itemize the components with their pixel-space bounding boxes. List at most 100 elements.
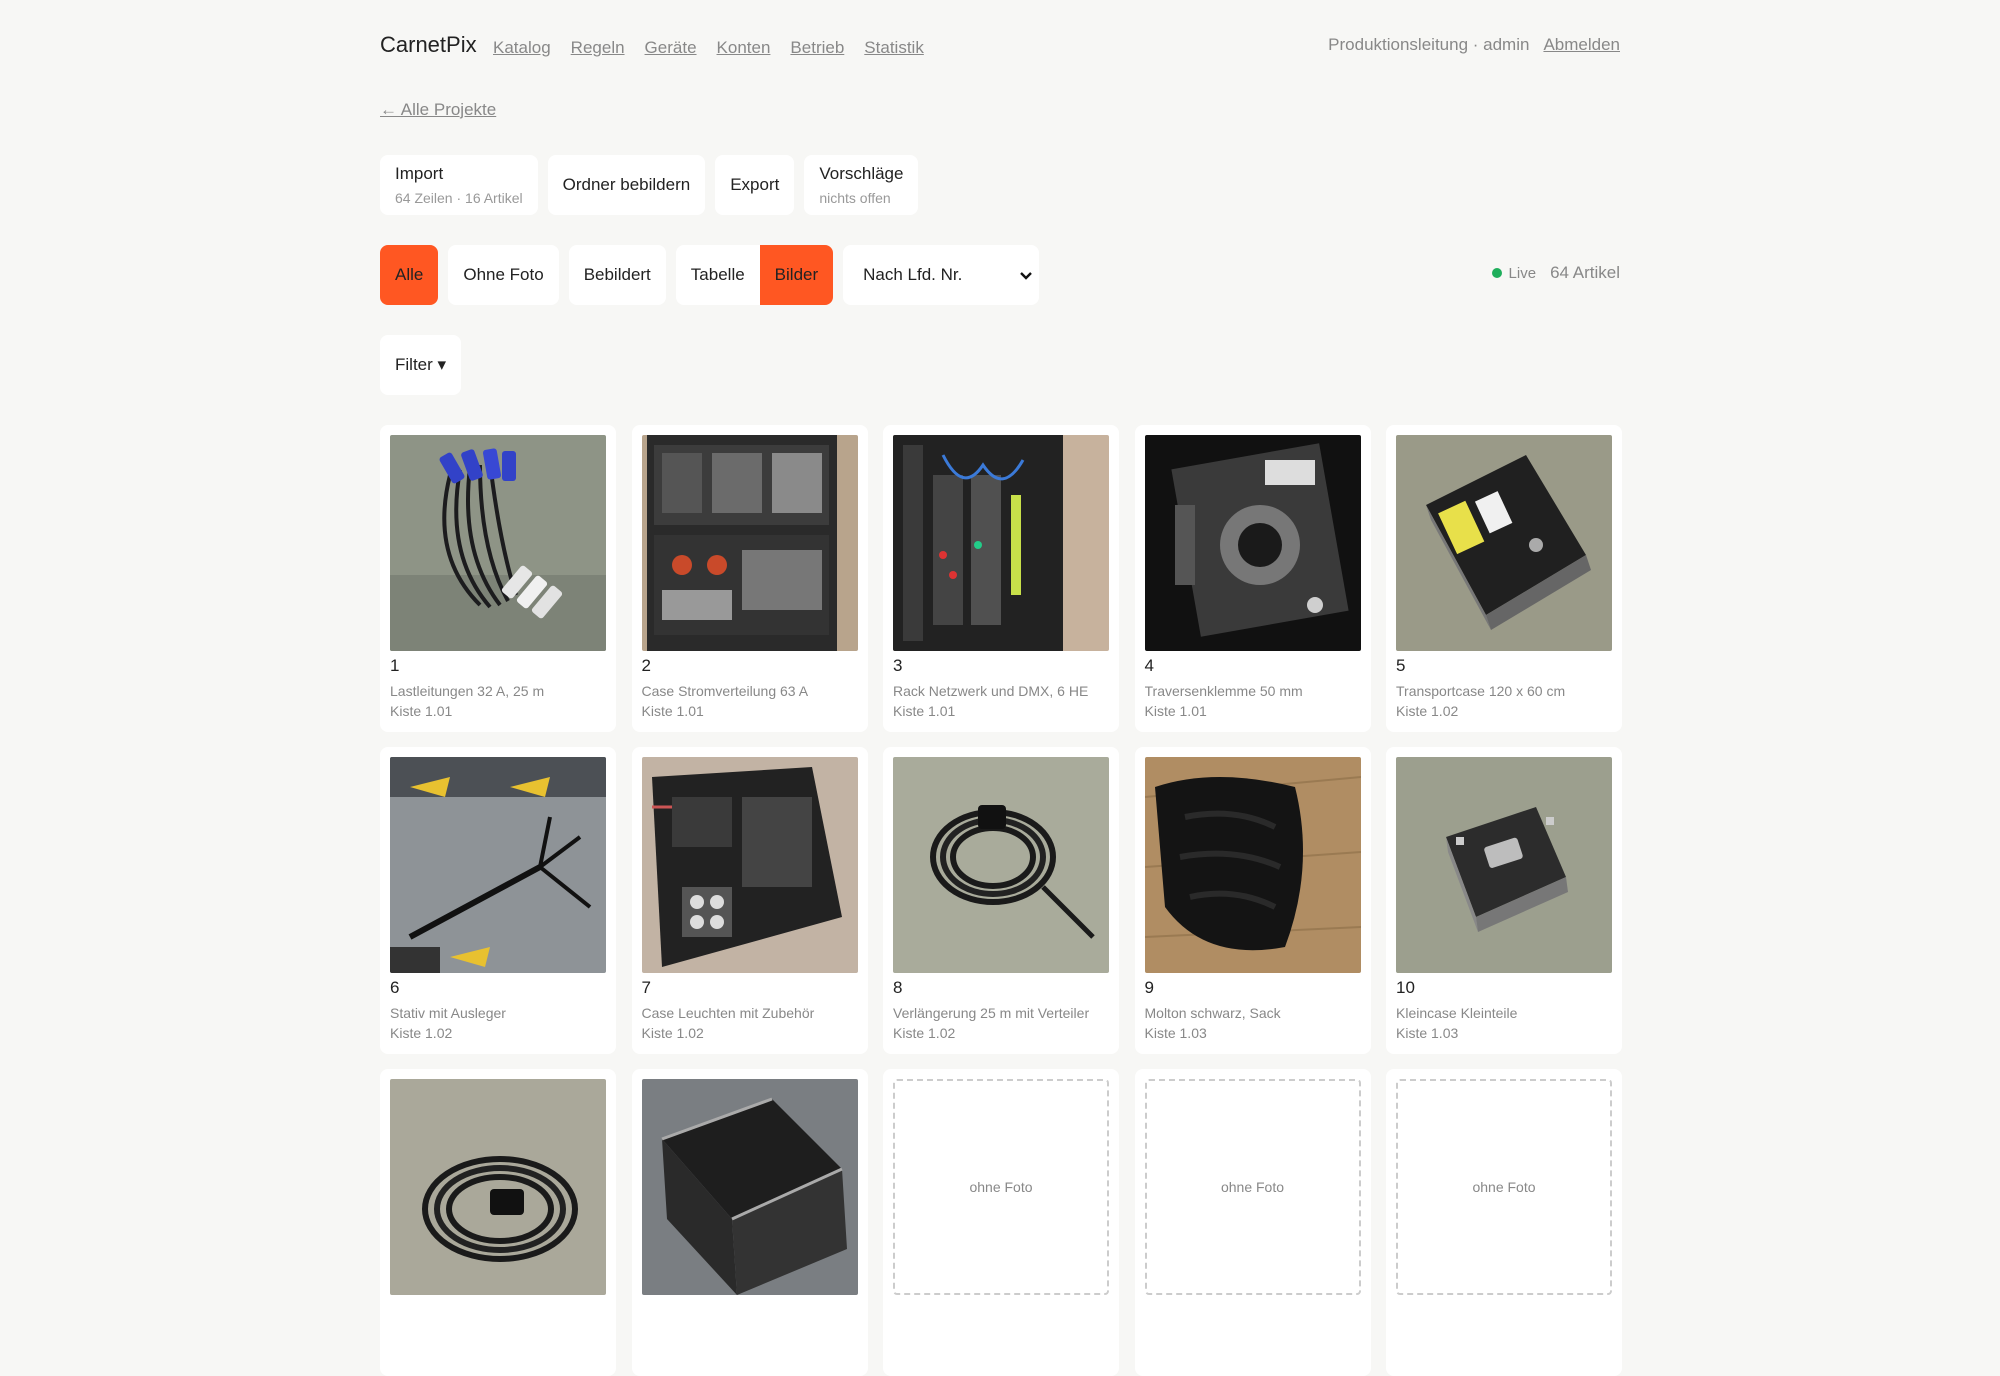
filter-alle[interactable]: Alle [380,245,439,305]
item-card[interactable]: 4 Traversenklemme 50 mm Kiste 1.01 [1134,425,1371,732]
action-bar: Import 64 Zeilen · 16 Artikel Ordner beb… [380,155,919,215]
no-photo-placeholder[interactable]: ohne Foto [893,1079,1109,1295]
item-name: Transportcase 120 x 60 cm [1396,683,1566,699]
item-number: 1 [390,656,400,675]
export-label: Export [730,175,780,194]
nav-link-regeln[interactable]: Regeln [571,38,625,58]
user-info: Produktionsleitung · admin Abmelden [1328,35,1620,55]
item-card[interactable]: 10 Kleincase Kleinteile Kiste 1.03 [1386,747,1622,1054]
import-label: Import [395,164,444,183]
view-bilder[interactable]: Bilder [759,245,834,305]
item-name: Case Leuchten mit Zubehör [641,1005,815,1021]
item-card[interactable]: 6 Stativ mit Ausleger Kiste 1.02 [380,747,616,1054]
no-photo-placeholder[interactable]: ohne Foto [1396,1079,1612,1295]
sort-select[interactable]: Nach Lfd. Nr. [843,245,1040,305]
live-label: Live [1508,264,1537,282]
view-tabelle[interactable]: Tabelle [675,245,760,305]
nav-link-katalog[interactable]: Katalog [493,38,551,58]
top-nav: CarnetPix Katalog Regeln Geräte Konten B… [380,30,1620,66]
nav-link-betrieb[interactable]: Betrieb [790,38,844,58]
item-name: Molton schwarz, Sack [1144,1005,1281,1021]
item-number: 2 [641,656,651,675]
item-name: Verlängerung 25 m mit Verteiler [893,1005,1090,1021]
item-box: Kiste 1.02 [390,1025,453,1041]
import-button[interactable]: Import 64 Zeilen · 16 Artikel [380,155,538,215]
view-toggle: Tabelle Bilder [675,245,834,305]
item-number: 10 [1396,978,1415,997]
item-photo-stand [390,757,606,973]
ordner-bebildern-button[interactable]: Ordner bebildern [547,155,706,215]
chevron-down-icon [1020,272,1032,280]
nav-links: Katalog Regeln Geräte Konten Betrieb Sta… [493,38,924,58]
item-photo-cables-blue [390,435,606,651]
item-box: Kiste 1.01 [641,703,704,719]
logout-link[interactable]: Abmelden [1543,35,1620,55]
live-indicator: Live [1491,264,1537,282]
nav-link-konten[interactable]: Konten [717,38,771,58]
item-name: Rack Netzwerk und DMX, 6 HE [893,683,1089,699]
item-name: Lastleitungen 32 A, 25 m [390,683,545,699]
nav-link-statistik[interactable]: Statistik [864,38,924,58]
item-card[interactable]: 7 Case Leuchten mit Zubehör Kiste 1.02 [631,747,868,1054]
item-box: Kiste 1.03 [1396,1025,1459,1041]
item-card[interactable]: ohne Foto [1134,1069,1371,1376]
item-number: 3 [893,656,903,675]
item-photo-large-case [641,1079,858,1295]
item-photo-molton-bag [1144,757,1361,973]
item-photo-light-case [641,757,858,973]
filter-dropdown-button[interactable]: Filter ▾ [380,335,462,395]
item-card[interactable]: 8 Verlängerung 25 m mit Verteiler Kiste … [883,747,1119,1054]
item-box: Kiste 1.01 [1144,703,1207,719]
user-label: Produktionsleitung · admin [1328,35,1530,54]
ordner-bebildern-label: Ordner bebildern [562,175,691,194]
item-card[interactable] [631,1069,868,1376]
item-name: Kleincase Kleinteile [1396,1005,1518,1021]
item-number: 4 [1144,656,1154,675]
import-summary: 64 Zeilen · 16 Artikel [395,190,523,206]
item-card[interactable]: 2 Case Stromverteilung 63 A Kiste 1.01 [631,425,868,732]
live-dot-icon [1491,268,1502,278]
item-box: Kiste 1.02 [1396,703,1459,719]
item-photo-small-case [1396,757,1612,973]
export-button[interactable]: Export [715,155,795,215]
item-count: 64 Artikel [1550,263,1620,282]
filter-bebildert[interactable]: Bebildert [568,245,666,305]
no-photo-placeholder[interactable]: ohne Foto [1144,1079,1361,1295]
item-name: Traversenklemme 50 mm [1144,683,1303,699]
item-photo-truss-clamp [1144,435,1361,651]
item-number: 6 [390,978,400,997]
item-name: Case Stromverteilung 63 A [641,683,809,699]
item-card[interactable]: 3 Rack Netzwerk und DMX, 6 HE Kiste 1.01 [883,425,1119,732]
item-box: Kiste 1.01 [893,703,956,719]
item-card[interactable]: ohne Foto [883,1069,1119,1376]
filter-ohne-foto[interactable]: Ohne Foto [448,245,559,305]
filter-bar: Alle Ohne Foto Bebildert Tabelle Bilder … [380,245,1040,305]
vorschlaege-status: nichts offen [819,190,891,206]
vorschlaege-label: Vorschläge [819,164,904,183]
sort-select-value: Nach Lfd. Nr. [863,265,963,284]
item-number: 8 [893,978,903,997]
item-box: Kiste 1.01 [390,703,453,719]
item-card[interactable]: 5 Transportcase 120 x 60 cm Kiste 1.02 [1386,425,1622,732]
item-photo-flight-case [1396,435,1612,651]
item-grid: 1 Lastleitungen 32 A, 25 m Kiste 1.01 2 … [380,425,1622,1376]
live-status: Live 64 Artikel [1491,263,1620,283]
item-number: 7 [641,978,651,997]
vorschlaege-button[interactable]: Vorschläge nichts offen [804,155,919,215]
item-card[interactable]: ohne Foto [1386,1069,1622,1376]
nav-link-geraete[interactable]: Geräte [645,38,697,58]
item-box: Kiste 1.02 [893,1025,956,1041]
back-to-projects-link[interactable]: ← Alle Projekte [380,100,496,120]
item-photo-cable-coil-2 [390,1079,606,1295]
item-number: 9 [1144,978,1154,997]
item-box: Kiste 1.03 [1144,1025,1207,1041]
item-card[interactable] [380,1069,616,1376]
item-card[interactable]: 1 Lastleitungen 32 A, 25 m Kiste 1.01 [380,425,616,732]
item-photo-power-case [641,435,858,651]
item-box: Kiste 1.02 [641,1025,704,1041]
brand-logo[interactable]: CarnetPix [380,32,477,58]
app: CarnetPix Katalog Regeln Geräte Konten B… [380,0,1622,1376]
item-number: 5 [1396,656,1406,675]
item-photo-network-rack [893,435,1109,651]
item-card[interactable]: 9 Molton schwarz, Sack Kiste 1.03 [1134,747,1371,1054]
